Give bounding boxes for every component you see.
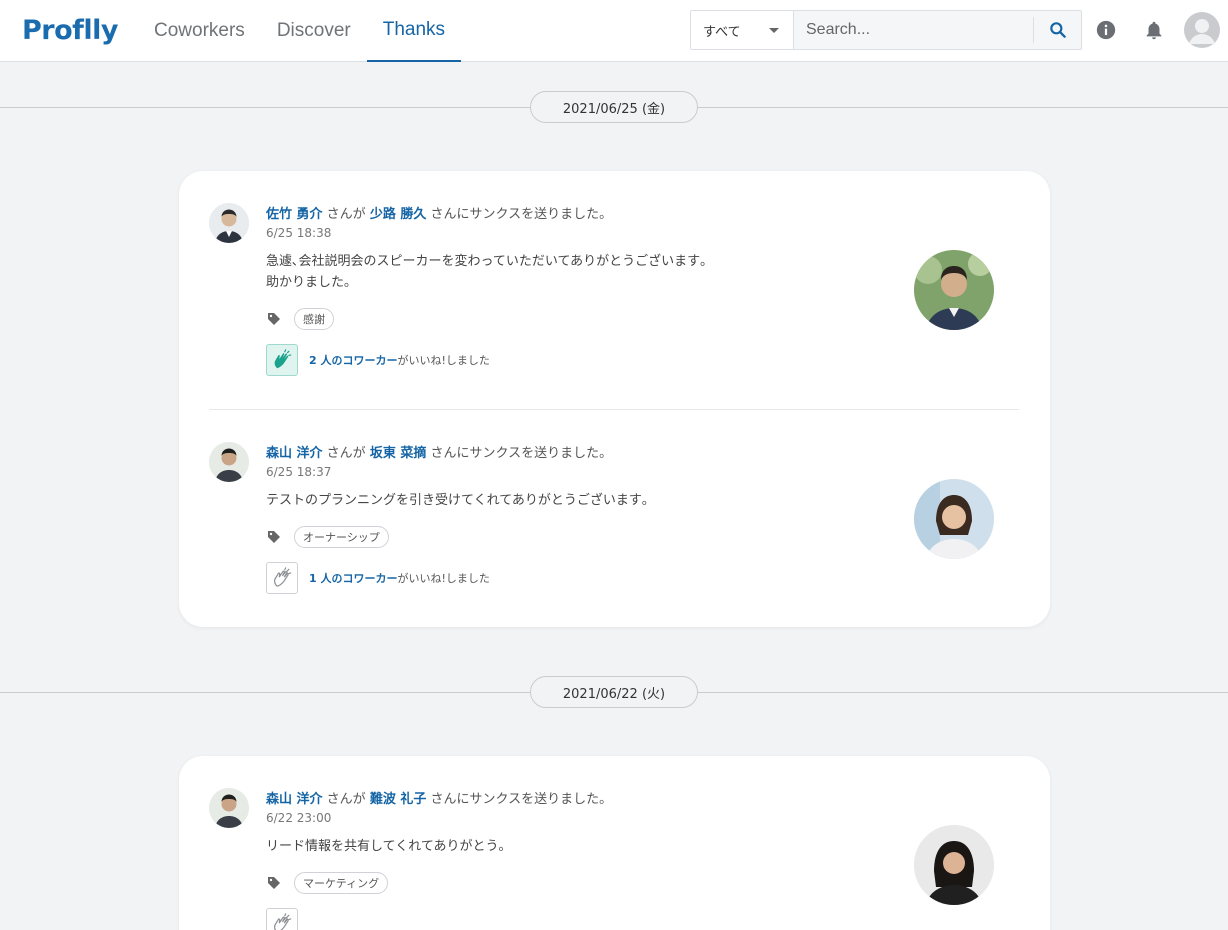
- like-row: 2 人のコワーカーがいいね!しました: [266, 344, 490, 376]
- nav-tab-discover[interactable]: Discover: [261, 0, 367, 62]
- tag-chip[interactable]: 感謝: [294, 308, 334, 330]
- clap-icon: [274, 913, 292, 930]
- sender-name-link[interactable]: 森山 洋介: [266, 792, 323, 807]
- tag-chip[interactable]: オーナーシップ: [294, 526, 389, 548]
- sender-name-link[interactable]: 森山 洋介: [266, 446, 323, 461]
- tag-icon: [268, 877, 280, 889]
- like-summary: 2 人のコワーカーがいいね!しました: [309, 352, 490, 368]
- clap-button[interactable]: [266, 562, 298, 594]
- thanks-headline: 森山 洋介 さんが 難波 礼子 さんにサンクスを送りました。: [266, 788, 612, 807]
- date-separator: 2021/06/25 (金): [0, 91, 1228, 123]
- clap-button[interactable]: [266, 344, 298, 376]
- logo-text: Proflly: [22, 14, 119, 46]
- search-scope-select[interactable]: すべて: [691, 11, 794, 49]
- caret-down-icon: [769, 27, 779, 33]
- thanks-card: 森山 洋介 さんが 難波 礼子 さんにサンクスを送りました。 6/22 23:0…: [179, 756, 1050, 930]
- message-line: 助かりました｡: [266, 275, 351, 290]
- info-icon: [1096, 20, 1116, 40]
- thanks-entry: 森山 洋介 さんが 坂東 菜摘 さんにサンクスを送りました。 6/25 18:3…: [209, 442, 1019, 602]
- message-line: テストのプランニングを引き受けてくれてありがとうございます｡: [266, 493, 649, 508]
- nav-tab-thanks[interactable]: Thanks: [366, 0, 462, 62]
- connector-text: さんが: [326, 207, 366, 222]
- sender-avatar[interactable]: [209, 442, 249, 482]
- like-count-link[interactable]: 1 人のコワーカー: [309, 572, 397, 585]
- like-summary: 1 人のコワーカーがいいね!しました: [309, 570, 490, 586]
- sender-name-link[interactable]: 佐竹 勇介: [266, 207, 323, 222]
- bell-icon: [1146, 21, 1162, 40]
- message-line: 急遽､会社説明会のスピーカーを変わっていただいてありがとうございます｡: [266, 254, 707, 269]
- thanks-message: リード情報を共有してくれてありがとう｡: [266, 836, 505, 857]
- thanks-entry: 森山 洋介 さんが 難波 礼子 さんにサンクスを送りました。 6/22 23:0…: [209, 788, 1019, 930]
- connector-text: さんが: [326, 792, 366, 807]
- entry-divider: [209, 409, 1019, 410]
- like-count-link[interactable]: 2 人のコワーカー: [309, 354, 397, 367]
- notifications-button[interactable]: [1141, 17, 1167, 43]
- like-row: [266, 908, 298, 930]
- like-suffix: がいいね!しました: [397, 354, 490, 367]
- search-bar: すべて: [690, 10, 1082, 50]
- like-row: 1 人のコワーカーがいいね!しました: [266, 562, 490, 594]
- recipient-name-link[interactable]: 少路 勝久: [370, 207, 427, 222]
- info-button[interactable]: [1093, 17, 1119, 43]
- search-button[interactable]: [1033, 17, 1081, 43]
- search-icon: [1049, 22, 1066, 38]
- date-label: 2021/06/25 (金): [530, 91, 698, 123]
- tag-row: オーナーシップ: [266, 526, 389, 548]
- tag-row: マーケティング: [266, 872, 389, 894]
- action-text: さんにサンクスを送りました。: [430, 792, 613, 807]
- clap-icon: [274, 567, 292, 587]
- recipient-name-link[interactable]: 難波 礼子: [370, 792, 427, 807]
- tag-icon: [268, 531, 280, 543]
- date-label: 2021/06/22 (火): [530, 676, 698, 708]
- tag-chip[interactable]: マーケティング: [294, 872, 389, 894]
- recipient-avatar[interactable]: [914, 479, 994, 559]
- message-line: リード情報を共有してくれてありがとう｡: [266, 839, 505, 854]
- thanks-entry: 佐竹 勇介 さんが 少路 勝久 さんにサンクスを送りました。 6/25 18:3…: [209, 203, 1019, 376]
- connector-text: さんが: [326, 446, 366, 461]
- action-text: さんにサンクスを送りました。: [430, 446, 613, 461]
- timestamp: 6/25 18:38: [266, 226, 332, 240]
- main-nav: Coworkers Discover Thanks: [138, 0, 462, 62]
- thanks-card: 佐竹 勇介 さんが 少路 勝久 さんにサンクスを送りました。 6/25 18:3…: [179, 171, 1050, 627]
- action-text: さんにサンクスを送りました。: [430, 207, 613, 222]
- recipient-avatar[interactable]: [914, 825, 994, 905]
- like-suffix: がいいね!しました: [397, 572, 490, 585]
- date-separator: 2021/06/22 (火): [0, 676, 1228, 708]
- timestamp: 6/25 18:37: [266, 465, 332, 479]
- thanks-headline: 森山 洋介 さんが 坂東 菜摘 さんにサンクスを送りました。: [266, 442, 612, 461]
- search-input[interactable]: [794, 11, 1033, 49]
- clap-button[interactable]: [266, 908, 298, 930]
- thanks-headline: 佐竹 勇介 さんが 少路 勝久 さんにサンクスを送りました。: [266, 203, 612, 222]
- nav-tab-coworkers[interactable]: Coworkers: [138, 0, 261, 62]
- tag-icon: [268, 313, 280, 325]
- user-avatar-icon[interactable]: [1184, 12, 1220, 48]
- recipient-name-link[interactable]: 坂東 菜摘: [370, 446, 427, 461]
- thanks-message: 急遽､会社説明会のスピーカーを変わっていただいてありがとうございます｡ 助かりま…: [266, 251, 707, 293]
- sender-avatar[interactable]: [209, 203, 249, 243]
- sender-avatar[interactable]: [209, 788, 249, 828]
- top-header: Proflly Coworkers Discover Thanks すべて: [0, 0, 1228, 62]
- search-scope-value: すべて: [703, 24, 741, 40]
- clap-icon: [274, 349, 292, 369]
- thanks-message: テストのプランニングを引き受けてくれてありがとうございます｡: [266, 490, 648, 511]
- recipient-avatar[interactable]: [914, 250, 994, 330]
- proflly-logo[interactable]: Proflly: [22, 12, 119, 48]
- tag-row: 感謝: [266, 308, 334, 330]
- timestamp: 6/22 23:00: [266, 811, 332, 825]
